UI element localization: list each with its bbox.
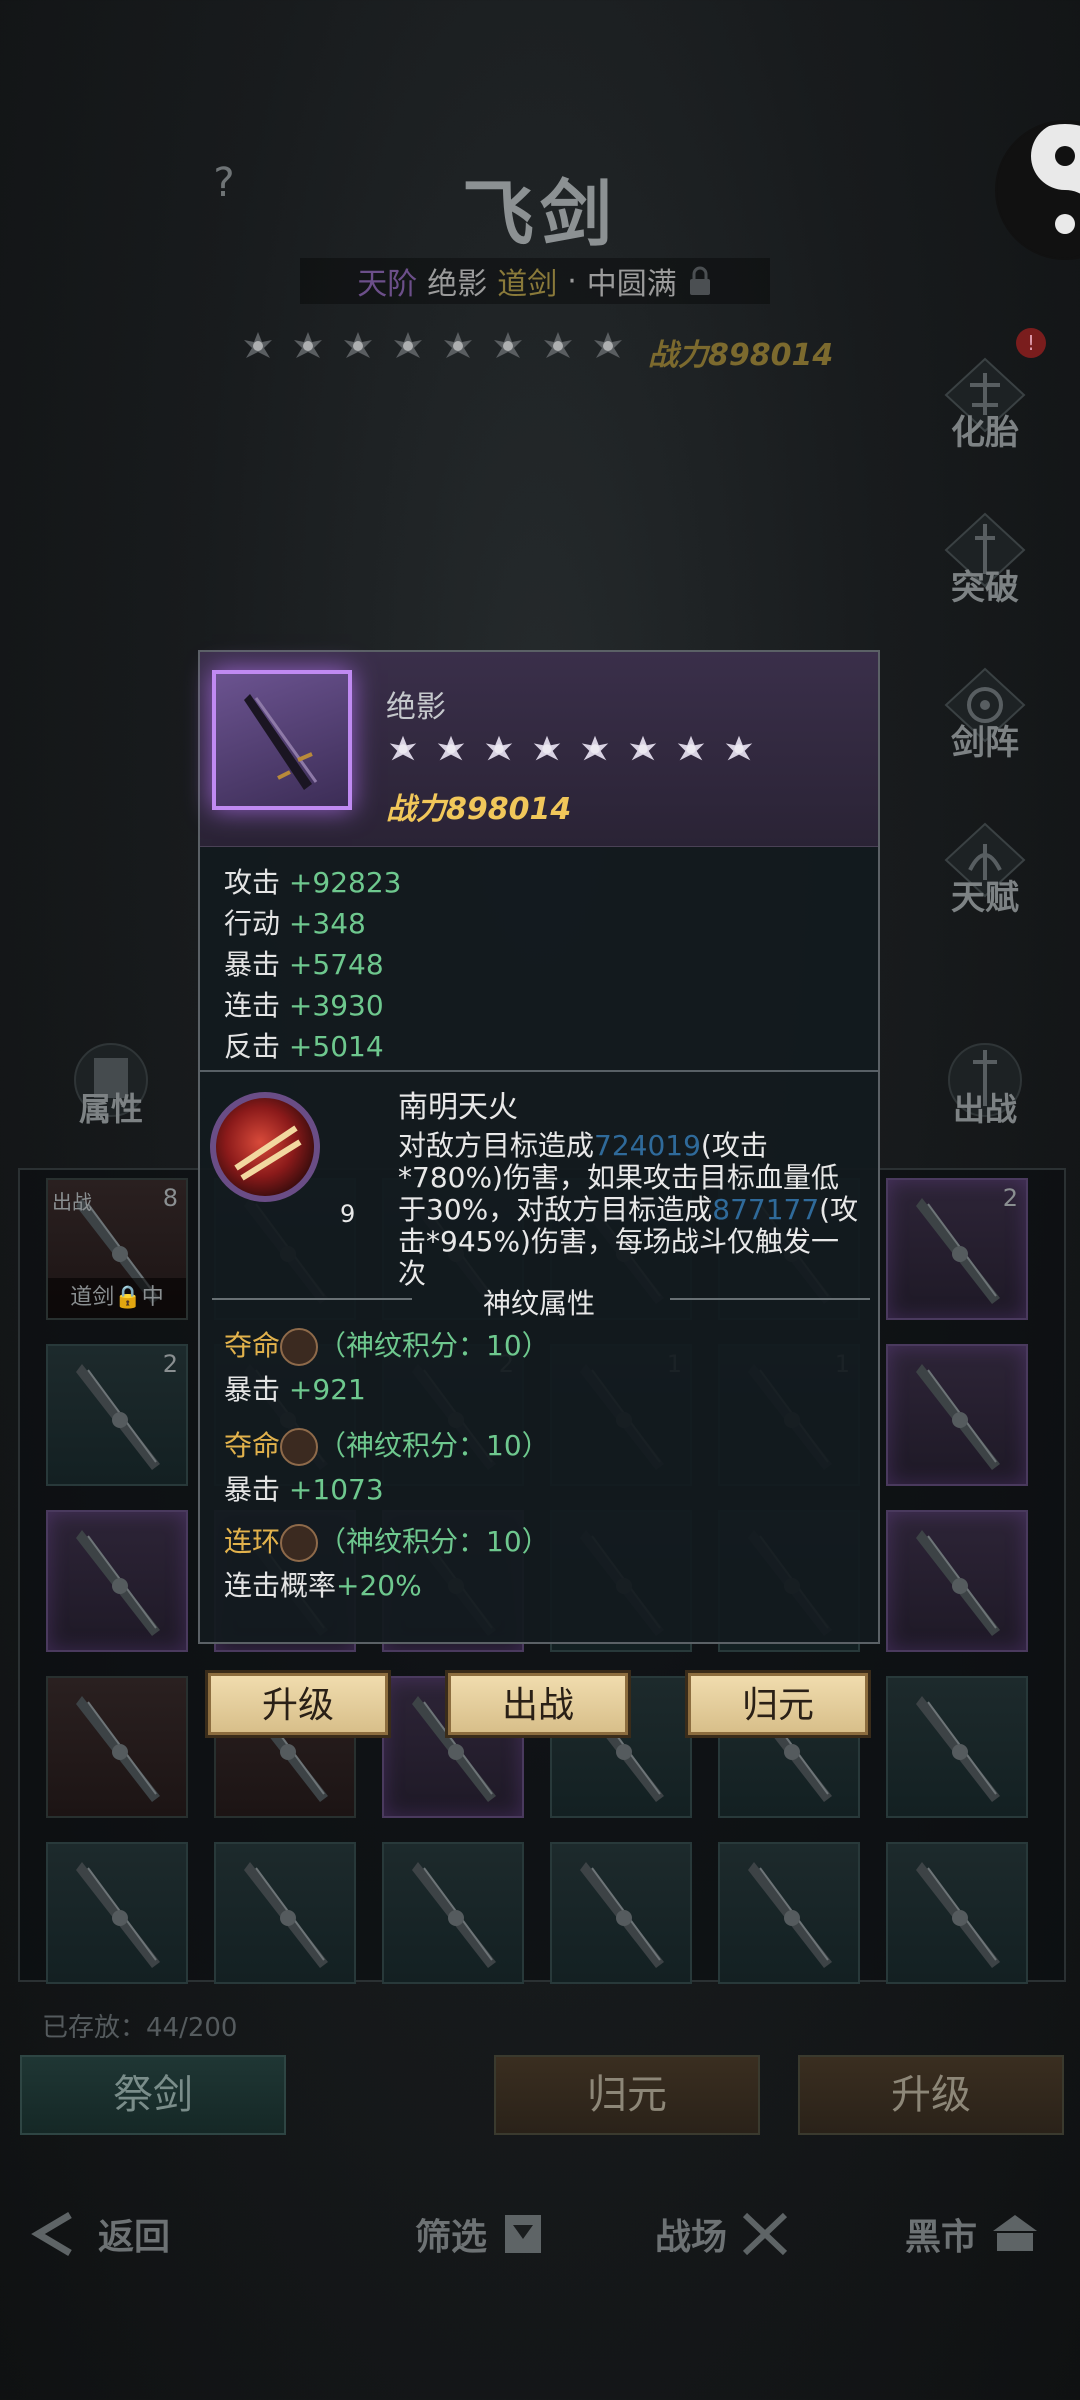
sword-slot[interactable] — [886, 1344, 1028, 1486]
stat-row: 暴击 +5748 — [224, 948, 384, 981]
popup-deploy-button[interactable]: 出战 — [448, 1673, 628, 1735]
sword-slot[interactable] — [886, 1676, 1028, 1818]
skill-description: 对敌方目标造成724019(攻击*780%)伤害，如果攻击目标血量低于30%，对… — [398, 1129, 859, 1290]
star-icon — [590, 328, 626, 364]
stat-row: 行动 +348 — [224, 907, 366, 940]
nav-back[interactable]: 返回 — [30, 2208, 170, 2260]
combat-power: 战力898014 — [648, 338, 834, 373]
nav-arena[interactable]: 战场 — [655, 2208, 795, 2260]
sword-slot[interactable] — [46, 1842, 188, 1984]
sword-slot[interactable] — [886, 1510, 1028, 1652]
stat-row: 攻击 +92823 — [224, 866, 402, 899]
lock-icon[interactable] — [687, 266, 713, 296]
stat-row: 反击 +5014 — [224, 1030, 384, 1063]
popup-combat-power: 战力898014 — [386, 792, 572, 827]
star-icon — [440, 328, 476, 364]
star-icon — [626, 732, 660, 766]
skill-name: 南明天火 — [398, 1090, 518, 1125]
fire-icon — [234, 1125, 302, 1181]
upgrade-button[interactable]: 升级 — [798, 2055, 1064, 2135]
rune-stat: 暴击 +1073 — [224, 1473, 384, 1506]
star-icon — [290, 328, 326, 364]
popup-restore-button[interactable]: 归元 — [688, 1673, 868, 1735]
star-icon — [578, 732, 612, 766]
sword-detail-popup: 绝影 战力898014 攻击 +92823 行动 +348 暴击 +5748 连… — [198, 650, 880, 1644]
rune-entry: 连环 （神纹积分：10） — [224, 1520, 550, 1562]
sword-slot[interactable] — [46, 1676, 188, 1818]
slot-count: 2 — [162, 1350, 178, 1378]
popup-upgrade-button[interactable]: 升级 — [208, 1673, 388, 1735]
popup-star-row — [386, 732, 756, 766]
sword-subtitle: 天阶 绝影 道剑 · 中圆满 — [300, 258, 770, 304]
star-icon — [490, 328, 526, 364]
sword-state: 中圆满 — [586, 267, 677, 302]
menu-jianzhen[interactable]: 剑阵 — [930, 665, 1040, 785]
rune-icon — [280, 1524, 319, 1562]
sword-slot[interactable] — [886, 1842, 1028, 1984]
restore-button[interactable]: 归元 — [494, 2055, 760, 2135]
sword-slot[interactable] — [718, 1842, 860, 1984]
star-icon — [674, 732, 708, 766]
rune-icon — [280, 1428, 319, 1466]
menu-tianfu[interactable]: 天赋 — [930, 820, 1040, 940]
star-icon — [434, 732, 468, 766]
star-row — [240, 328, 626, 364]
sword-slot[interactable]: 2 — [886, 1178, 1028, 1320]
attributes-button[interactable]: 属性 — [56, 1040, 166, 1150]
rune-entry: 夺命 （神纹积分：10） — [224, 1424, 550, 1466]
sword-type: 道剑 — [497, 267, 558, 302]
slot-count: 8 — [162, 1184, 178, 1212]
yinyang-icon[interactable] — [990, 115, 1080, 265]
storage-count: 已存放：44/200 — [42, 2013, 238, 2043]
stat-list: 攻击 +92823 行动 +348 暴击 +5748 连击 +3930 反击 +… — [224, 862, 401, 1067]
slot-deployed-tag: 出战 — [52, 1190, 92, 1214]
sword-slot[interactable]: 2 — [46, 1344, 188, 1486]
subtitle-separator: · — [567, 263, 577, 299]
rune-stat: 连击概率+20% — [224, 1569, 422, 1602]
sword-slot[interactable] — [46, 1510, 188, 1652]
crossed-swords-icon — [742, 2212, 788, 2256]
rune-section-title: 神纹属性 — [482, 1287, 595, 1320]
sword-portrait — [212, 670, 352, 810]
nav-market[interactable]: 黑市 — [905, 2208, 1045, 2260]
popup-sword-name: 绝影 — [386, 690, 446, 725]
slot-count: 2 — [1002, 1184, 1018, 1212]
sword-slot[interactable] — [550, 1842, 692, 1984]
sword-icon — [244, 694, 318, 790]
sword-slot[interactable] — [382, 1842, 524, 1984]
popup-header: 绝影 战力898014 — [200, 652, 878, 847]
notification-badge: ! — [1016, 328, 1046, 358]
filter-icon — [505, 2215, 542, 2253]
deploy-side-button[interactable]: 出战 — [930, 1040, 1040, 1150]
sword-slot[interactable] — [214, 1842, 356, 1984]
menu-huatai[interactable]: 化胎 — [930, 355, 1040, 475]
divider — [200, 1070, 878, 1072]
back-arrow-icon — [31, 2211, 72, 2257]
help-icon[interactable]: ? — [200, 160, 248, 220]
star-icon — [530, 732, 564, 766]
star-icon — [340, 328, 376, 364]
skill-level: 9 — [340, 1200, 356, 1228]
rune-icon — [280, 1328, 319, 1366]
star-icon — [482, 732, 516, 766]
sword-name: 绝影 — [427, 267, 488, 302]
star-icon — [722, 732, 756, 766]
sacrifice-button[interactable]: 祭剑 — [20, 2055, 286, 2135]
nav-filter[interactable]: 筛选 — [415, 2208, 555, 2260]
slot-equipped-tag: 道剑🔒中 — [48, 1278, 186, 1318]
rune-stat: 暴击 +921 — [224, 1373, 366, 1406]
star-icon — [540, 328, 576, 364]
rune-entry: 夺命 （神纹积分：10） — [224, 1324, 550, 1366]
market-icon — [993, 2215, 1038, 2251]
menu-tupo[interactable]: 突破 — [930, 510, 1040, 630]
stat-row: 连击 +3930 — [224, 989, 384, 1022]
sword-grade: 天阶 — [357, 267, 418, 302]
star-icon — [240, 328, 276, 364]
star-icon — [386, 732, 420, 766]
page-title: 飞剑 — [461, 171, 618, 256]
skill-icon — [210, 1092, 320, 1202]
star-icon — [390, 328, 426, 364]
sword-slot[interactable]: 8 道剑🔒中 出战 — [46, 1178, 188, 1320]
